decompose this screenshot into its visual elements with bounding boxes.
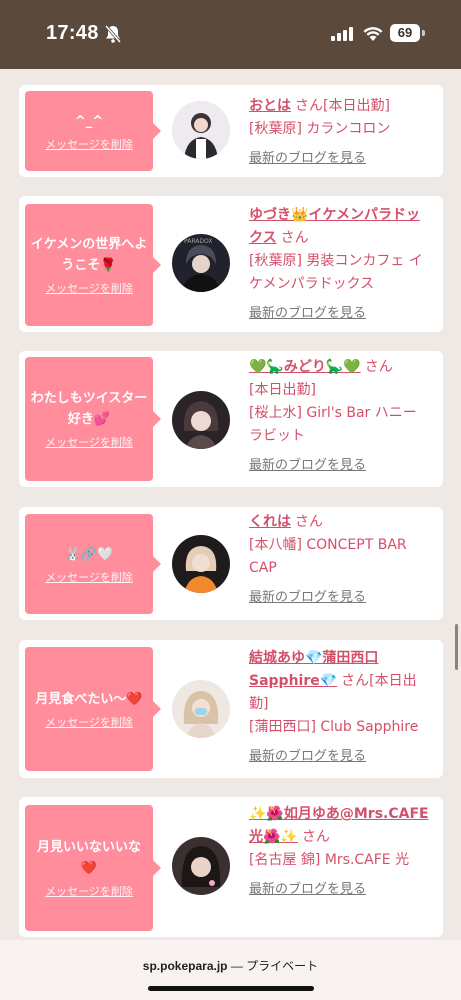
avatar[interactable] [172,837,230,895]
svg-text:PARADOX: PARADOX [184,238,212,245]
cast-name-link[interactable]: ゆづき👑イケメンパラドックス [249,207,420,246]
shop-name: [名古屋 錦] Mrs.CAFE 光 [249,852,410,868]
private-mode-label: プライベート [246,959,319,973]
message-bubble: イケメンの世界へようこそ🌹 メッセージを削除 [25,204,161,326]
url-separator: — [227,959,247,973]
signal-icon [331,27,353,41]
message-text: ^_^ [74,113,104,129]
latest-blog-link[interactable]: 最新のブログを見る [249,147,429,170]
delete-message-link[interactable]: メッセージを削除 [45,883,133,899]
message-text: 月見いいないいな❤️ [36,840,141,876]
message-card: 🐰🔗🤍 メッセージを削除 くれは さん [本八幡] CONCEPT BAR CAP… [19,507,443,620]
message-bubble: 🐰🔗🤍 メッセージを削除 [25,514,161,614]
shop-name: [桜上水] Girl's Bar ハニーラビット [249,405,417,444]
avatar[interactable] [172,535,230,593]
cast-name-link[interactable]: おとは [249,98,291,114]
work-status: [本八幡] [249,537,302,553]
cast-info: おとは さん[本日出勤] [秋葉原] カランコロン 最新のブログを見る [249,95,429,170]
status-time: 17:48 [46,22,99,44]
cast-info: ゆづき👑イケメンパラドックス さん [秋葉原] 男装コンカフェ イケメンパラドック… [249,204,429,325]
latest-blog-link[interactable]: 最新のブログを見る [249,745,429,768]
avatar[interactable] [172,680,230,738]
url-domain: sp.pokepara.jp [142,959,228,973]
battery-cap [422,30,425,36]
honorific: さん [364,359,393,375]
cast-name-link[interactable]: ✨🌺如月ゆあ@Mrs.CAFE光🌺✨ [249,806,429,845]
delete-message-link[interactable]: メッセージを削除 [45,569,133,585]
message-bubble: 月見食べたい〜❤️ メッセージを削除 [25,647,161,771]
cast-info: 💚🦕みどり🦕💚 さん [本日出勤] [桜上水] Girl's Bar ハニーラビッ… [249,356,429,477]
honorific: さん [341,673,370,689]
url-display[interactable]: sp.pokepara.jp — プライベート [0,957,461,974]
honorific: さん [295,514,323,530]
message-card: わたしもツイスター好き💕 メッセージを削除 💚🦕みどり🦕💚 さん [本日出勤] [… [19,351,443,487]
avatar[interactable] [172,391,230,449]
honorific: さん [301,829,330,845]
honorific: さん [295,98,323,114]
wifi-icon [363,27,383,41]
message-card: イケメンの世界へようこそ🌹 メッセージを削除 PARADOX ゆづき👑イケメンパ… [19,196,443,332]
status-bar: 17:48 69 [0,0,461,69]
delete-message-link[interactable]: メッセージを削除 [45,714,133,730]
message-bubble: わたしもツイスター好き💕 メッセージを削除 [25,357,161,481]
scrollbar[interactable] [455,624,458,670]
latest-blog-link[interactable]: 最新のブログを見る [249,586,429,609]
message-text: わたしもツイスター好き💕 [30,391,148,427]
latest-blog-link[interactable]: 最新のブログを見る [249,454,429,477]
browser-address-bar[interactable]: sp.pokepara.jp — プライベート [0,940,461,1000]
latest-blog-link[interactable]: 最新のブログを見る [249,878,429,901]
cast-info: くれは さん [本八幡] CONCEPT BAR CAP 最新のブログを見る [249,511,429,609]
delete-message-link[interactable]: メッセージを削除 [45,136,133,152]
home-indicator[interactable] [148,986,314,991]
message-text: 月見食べたい〜❤️ [35,691,143,707]
message-text: イケメンの世界へようこそ🌹 [30,237,148,273]
message-bubble: ^_^ メッセージを削除 [25,91,161,171]
cast-name-link[interactable]: 💚🦕みどり🦕💚 [249,359,361,375]
message-text: 🐰🔗🤍 [64,546,114,562]
shop-name: [秋葉原] カランコロン [249,121,391,137]
message-card: 月見食べたい〜❤️ メッセージを削除 結城あゆ💎蒲田西口Sapphire💎 さん[… [19,640,443,778]
cast-name-link[interactable]: くれは [249,514,291,530]
avatar[interactable]: PARADOX [172,234,230,292]
delete-message-link[interactable]: メッセージを削除 [45,434,133,450]
honorific: さん [280,230,309,246]
shop-name: [蒲田西口] Club Sapphire [249,719,419,735]
battery-icon: 69 [390,24,420,42]
message-feed[interactable]: ^_^ メッセージを削除 おとは さん[本日出勤] [秋葉原] カランコロン 最新… [0,69,461,940]
latest-blog-link[interactable]: 最新のブログを見る [249,302,429,325]
message-bubble: 月見いいないいな❤️ メッセージを削除 [25,805,161,931]
avatar[interactable] [172,101,230,159]
cast-info: 結城あゆ💎蒲田西口Sapphire💎 さん[本日出勤] [蒲田西口] Club S… [249,647,429,768]
message-card: 月見いいないいな❤️ メッセージを削除 ✨🌺如月ゆあ@Mrs.CAFE光🌺✨ さん… [19,797,443,937]
shop-name: [秋葉原] 男装コンカフェ イケメンパラドックス [249,253,423,292]
work-status: [本日出勤] [249,382,316,398]
bell-slash-icon [104,25,122,43]
delete-message-link[interactable]: メッセージを削除 [45,280,133,296]
message-card: ^_^ メッセージを削除 おとは さん[本日出勤] [秋葉原] カランコロン 最新… [19,85,443,177]
work-status: [本日出勤] [323,98,390,114]
cast-info: ✨🌺如月ゆあ@Mrs.CAFE光🌺✨ さん [名古屋 錦] Mrs.CAFE 光 … [249,803,429,901]
